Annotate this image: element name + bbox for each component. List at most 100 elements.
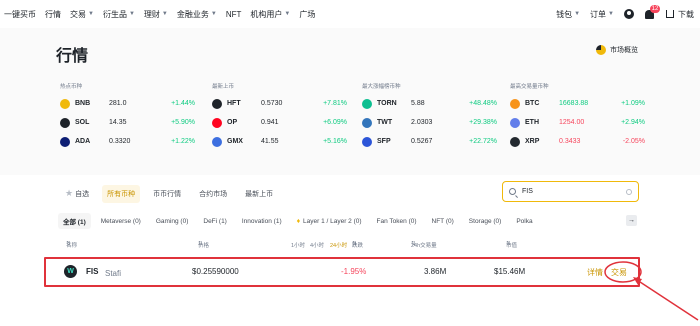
user-icon[interactable] (624, 9, 634, 19)
sector-tabs: 全部 (1) Metaverse (0) Gaming (0) DeFi (1) Inn… (58, 213, 538, 229)
search-value: FIS (522, 188, 533, 195)
nav-right: 钱包 ▼ 订单 ▼ 12 下载 (556, 0, 694, 28)
coin-row-btc[interactable]: BTC 16683.88 +1.09% (510, 94, 650, 113)
coin-row-twt[interactable]: TWT 2.0303 +29.38% (362, 113, 502, 132)
nav-item-label: 金融业务 (176, 9, 209, 19)
chevron-down-icon: ▼ (608, 11, 614, 17)
coin-symbol: SFP (377, 138, 391, 145)
download-button[interactable]: 下载 (666, 9, 694, 20)
nav-item-5[interactable]: 金融业务 ▼ (177, 9, 217, 20)
eth-icon (510, 117, 520, 128)
notifications-button[interactable]: 12 (644, 5, 660, 20)
coin-symbol: TORN (377, 100, 397, 107)
nav-item-0[interactable]: 一键买币 (4, 9, 36, 20)
table-row[interactable]: W FIS Stafi $0.25590000 -1.95% 3.86M $15… (44, 257, 640, 287)
coin-symbol: ETH (525, 119, 539, 126)
table-header: 名称 ⇅ 价格 ⇅ 1小时 4小时 24小时 跌跌 ⇅ 24h交易量 ⇅ 市值 … (58, 241, 648, 251)
sector-tab-3[interactable]: DeFi (1) (198, 215, 231, 228)
coin-row-xrp[interactable]: XRP 0.3433 -2.05% (510, 132, 650, 151)
sector-tab-8[interactable]: Storage (0) (464, 215, 507, 228)
sector-tab-2[interactable]: Gaming (0) (151, 215, 194, 228)
wallet-menu[interactable]: 钱包 ▼ (556, 9, 580, 20)
orders-menu[interactable]: 订单 ▼ (590, 9, 614, 20)
th-price-label: 价格 (198, 243, 210, 249)
coin-change: -2.05% (622, 138, 645, 145)
th-24h[interactable]: 24小时 (330, 241, 347, 249)
detail-link[interactable]: 详情 (587, 267, 603, 278)
tab-2[interactable]: 币币行情 (148, 185, 186, 203)
sector-tab-label: Layer 1 / Layer 2 (0) (303, 217, 362, 225)
sector-tab-0[interactable]: 全部 (1) (58, 213, 91, 229)
th-1h[interactable]: 1小时 (291, 241, 305, 249)
coin-price: 0.3320 (109, 138, 131, 145)
coin-row-eth[interactable]: ETH 1254.00 +2.94% (510, 113, 650, 132)
tab-3[interactable]: 合约市场 (194, 185, 232, 203)
tab-4[interactable]: 最新上币 (240, 185, 278, 203)
sector-tab-label: NFT (0) (431, 217, 454, 225)
tab-label: 所有币种 (107, 190, 136, 198)
coin-row-hft[interactable]: HFT 0.5730 +7.81% (212, 94, 352, 113)
sector-tab-1[interactable]: Metaverse (0) (96, 215, 146, 228)
sector-tab-6[interactable]: Fan Token (0) (372, 215, 422, 228)
highlight-column-1: 最新上币 HFT 0.5730 +7.81% OP 0.941 +6.09% GMX 41.55… (212, 82, 352, 151)
nav-item-4[interactable]: 理财 ▼ (144, 9, 168, 20)
coin-symbol: XRP (525, 138, 540, 145)
coin-change: +6.09% (323, 119, 347, 126)
coin-symbol: ADA (75, 138, 91, 145)
coin-row-sfp[interactable]: SFP 0.5267 +22.72% (362, 132, 502, 151)
nav-item-label: 交易 (70, 9, 86, 19)
th-volume[interactable]: 24h交易量 ⇅ (411, 241, 437, 249)
highlight-column-3: 最高交易量币种 BTC 16683.88 +1.09% ETH 1254.00 +2.94%… (510, 82, 650, 151)
nav-item-2[interactable]: 交易 ▼ (70, 9, 94, 20)
coin-row-gmx[interactable]: GMX 41.55 +5.16% (212, 132, 352, 151)
coin-price: 16683.88 (559, 100, 589, 107)
download-icon (666, 10, 674, 18)
nav-item-1[interactable]: 行情 (45, 9, 61, 20)
th-name[interactable]: 名称 ⇅ (66, 241, 77, 249)
op-icon (212, 117, 222, 128)
chevron-down-icon: ▼ (128, 11, 135, 17)
coin-price: 2.0303 (411, 119, 433, 126)
gmx-icon (212, 136, 222, 147)
tab-label: 币币行情 (153, 190, 182, 198)
coin-symbol: BTC (525, 100, 540, 107)
th-4h[interactable]: 4小时 (310, 241, 324, 249)
trade-link[interactable]: 交易 (611, 267, 627, 278)
sector-tab-label: Metaverse (0) (100, 217, 141, 225)
search-input[interactable]: FIS (502, 181, 639, 202)
market-overview-link[interactable]: 市场概览 (596, 45, 638, 55)
coin-row-sol[interactable]: SOL 14.35 +5.90% (60, 113, 200, 132)
nav-item-label: 行情 (45, 9, 61, 19)
coin-row-ada[interactable]: ADA 0.3320 +1.22% (60, 132, 200, 151)
nav-item-3[interactable]: 衍生品 ▼ (103, 9, 135, 20)
sector-tab-label: Innovation (1) (241, 217, 282, 225)
tab-0[interactable]: ★ 自选 (60, 184, 94, 203)
tabs-next-button[interactable]: → (626, 215, 637, 226)
sector-tab-5[interactable]: ♦ Layer 1 / Layer 2 (0) (292, 215, 367, 228)
column-title: 最高交易量币种 (510, 84, 549, 90)
th-mcap[interactable]: 市值 ⇅ (506, 241, 517, 249)
nav-item-6[interactable]: NFT (226, 10, 242, 19)
coin-price: 41.55 (261, 138, 279, 145)
coin-price: 1254.00 (559, 119, 585, 126)
sector-tab-4[interactable]: Innovation (1) (237, 215, 287, 228)
nav-item-8[interactable]: 广场 (299, 9, 315, 20)
th-price[interactable]: 价格 ⇅ (198, 241, 209, 249)
coin-change: +7.81% (323, 100, 347, 107)
sector-tab-7[interactable]: NFT (0) (427, 215, 459, 228)
coin-row-bnb[interactable]: BNB 281.0 +1.44% (60, 94, 200, 113)
nav-item-7[interactable]: 机构用户 ▼ (250, 9, 290, 20)
coin-row-op[interactable]: OP 0.941 +6.09% (212, 113, 352, 132)
clear-icon[interactable] (626, 188, 632, 195)
coin-price: 0.941 (261, 119, 279, 126)
tab-1[interactable]: 所有币种 (102, 184, 141, 203)
coin-change: +5.16% (323, 138, 347, 145)
nav-item-label: NFT (225, 9, 242, 19)
sector-tab-9[interactable]: Polka (511, 215, 537, 228)
star-icon: ★ (65, 188, 74, 198)
coin-row-torn[interactable]: TORN 5.88 +48.48% (362, 94, 502, 113)
sfp-icon (362, 136, 372, 147)
th-name-label: 名称 (66, 243, 78, 249)
th-change[interactable]: 跌跌 ⇅ (352, 241, 363, 249)
sector-tab-label: Polka (516, 217, 533, 225)
